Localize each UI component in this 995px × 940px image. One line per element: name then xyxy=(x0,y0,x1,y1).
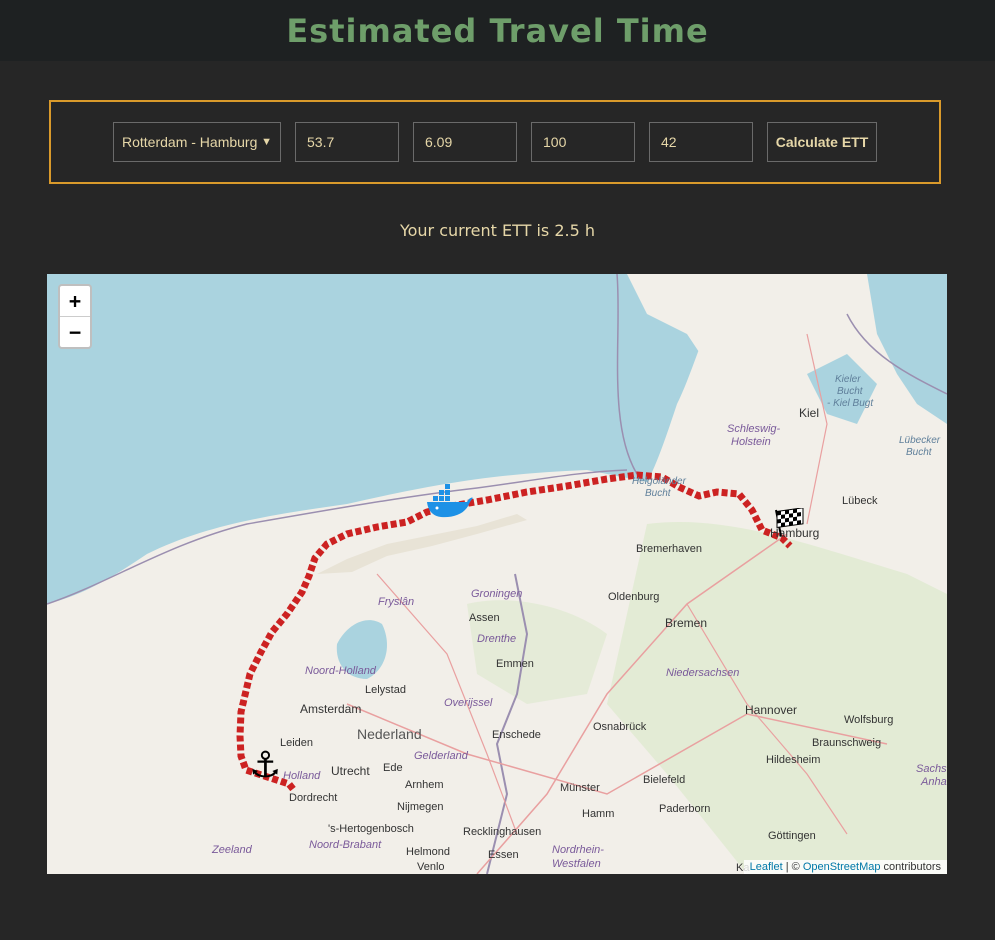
checkered-flag-icon[interactable] xyxy=(773,508,805,536)
attribution-separator: | © xyxy=(782,861,803,873)
place-label: Osnabrück xyxy=(593,721,647,733)
place-label: Emmen xyxy=(496,658,534,670)
place-label: Leiden xyxy=(280,737,314,749)
place-label: Bucht xyxy=(837,386,863,397)
place-label: Göttingen xyxy=(768,830,816,842)
place-label: Hamm xyxy=(582,808,615,820)
place-label: Bucht xyxy=(906,447,932,458)
place-label: Bielefeld xyxy=(643,774,686,786)
place-label: Lübecker xyxy=(899,435,941,446)
docker-whale-icon[interactable] xyxy=(423,484,473,520)
place-label: Venlo xyxy=(417,861,445,873)
route-select-value: Rotterdam - Hamburg xyxy=(122,134,258,150)
map-labels: Hamburg Kiel Lübeck Bremerhaven Oldenbur… xyxy=(47,274,947,874)
place-label: Nordrhein- xyxy=(552,844,604,856)
place-label: Kieler xyxy=(835,374,861,385)
place-label: Drenthe xyxy=(477,633,517,645)
map-attribution: Leaflet | © OpenStreetMap contributors xyxy=(743,860,947,874)
latitude-input[interactable]: 53.7 xyxy=(295,122,399,162)
place-label: Westfalen xyxy=(552,858,601,870)
place-label: Anha xyxy=(921,776,947,788)
place-label: Helgoländer xyxy=(632,476,686,487)
place-label: Wolfsburg xyxy=(844,714,894,726)
place-label: Zeeland xyxy=(212,844,252,856)
place-label: Kiel xyxy=(799,406,820,420)
place-label: Braunschweig xyxy=(812,737,882,749)
place-label: Noord-Brabant xyxy=(309,839,382,851)
place-label: Gelderland xyxy=(414,750,468,762)
route-select[interactable]: Rotterdam - Hamburg ▼ xyxy=(113,122,281,162)
place-label: Arnhem xyxy=(405,779,444,791)
place-label: Niedersachsen xyxy=(666,667,740,679)
chevron-down-icon: ▼ xyxy=(261,136,272,148)
zoom-in-button[interactable]: + xyxy=(60,286,90,317)
map-view[interactable]: Hamburg Kiel Lübeck Bremerhaven Oldenbur… xyxy=(47,274,947,874)
place-label: Schleswig- xyxy=(727,423,781,435)
place-label: Bremerhaven xyxy=(636,543,703,555)
place-label: Hildesheim xyxy=(766,754,821,766)
speed-input[interactable]: 100 xyxy=(531,122,635,162)
place-label: Dordrecht xyxy=(289,792,338,804)
place-label: - Kiel Bugt xyxy=(827,398,874,409)
attribution-suffix: contributors xyxy=(880,861,941,873)
place-label: Holland xyxy=(283,770,321,782)
place-label: Nederland xyxy=(357,726,422,742)
place-label: 's-Hertogenbosch xyxy=(328,823,414,835)
place-label: Enschede xyxy=(492,729,541,741)
leaflet-link[interactable]: Leaflet xyxy=(750,861,783,873)
zoom-control: + − xyxy=(58,284,92,349)
place-label: Ede xyxy=(383,762,403,774)
place-label: Münster xyxy=(560,782,600,794)
place-label: Paderborn xyxy=(659,803,711,815)
place-label: Helmond xyxy=(406,846,451,858)
place-label: Lelystad xyxy=(365,684,406,696)
fourth-input[interactable]: 42 xyxy=(649,122,753,162)
place-label: Lübeck xyxy=(842,495,878,507)
app-header: Estimated Travel Time xyxy=(0,0,995,61)
place-label: Oldenburg xyxy=(608,591,660,603)
place-label: Holstein xyxy=(731,436,771,448)
place-label: Recklinghausen xyxy=(463,826,542,838)
place-label: Fryslân xyxy=(378,596,415,608)
place-label: Essen xyxy=(488,849,519,861)
longitude-input[interactable]: 6.09 xyxy=(413,122,517,162)
place-label: Overijssel xyxy=(444,697,493,709)
place-label: Sachse xyxy=(916,763,947,775)
place-label: Hannover xyxy=(745,703,798,717)
calculate-ett-button[interactable]: Calculate ETT xyxy=(767,122,877,162)
page-title: Estimated Travel Time xyxy=(286,11,709,50)
ett-form: Rotterdam - Hamburg ▼ 53.7 6.09 100 42 C… xyxy=(49,100,941,184)
place-label: Utrecht xyxy=(331,764,370,778)
place-label: Nijmegen xyxy=(397,801,444,813)
place-label: Bucht xyxy=(645,488,671,499)
zoom-out-button[interactable]: − xyxy=(60,317,90,347)
place-label: Noord-Holland xyxy=(305,665,376,677)
place-label: Bremen xyxy=(665,616,708,630)
place-label: Amsterdam xyxy=(300,702,362,716)
place-label: Assen xyxy=(469,612,500,624)
ett-result-text: Your current ETT is 2.5 h xyxy=(399,221,596,240)
osm-link[interactable]: OpenStreetMap xyxy=(803,861,881,873)
place-label: Groningen xyxy=(471,588,523,600)
anchor-icon[interactable]: ⚓ xyxy=(249,748,281,784)
